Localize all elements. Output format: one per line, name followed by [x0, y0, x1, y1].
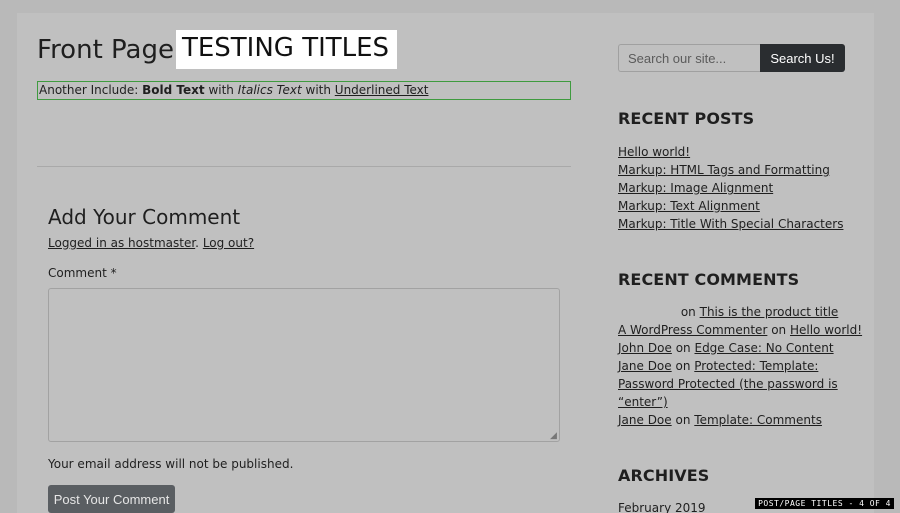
list-item: Hello world! [618, 143, 848, 161]
logged-in-line: Logged in as hostmaster. Log out? [48, 236, 254, 250]
list-item: Markup: Image Alignment [618, 179, 848, 197]
archives-heading: ARCHIVES [618, 466, 710, 485]
list-item: Markup: Text Alignment [618, 197, 848, 215]
comment-form-heading: Add Your Comment [48, 205, 241, 229]
archive-link[interactable]: February 2019 [618, 501, 706, 513]
list-item: Jane Doe on Template: Comments [618, 411, 848, 429]
comment-on: on [675, 413, 691, 427]
search-input[interactable] [618, 44, 761, 72]
recent-posts-list: Hello world! Markup: HTML Tags and Forma… [618, 143, 848, 233]
search-button[interactable]: Search Us! [760, 44, 845, 72]
list-item: Markup: HTML Tags and Formatting [618, 161, 848, 179]
list-item: John Doe on Edge Case: No Content [618, 339, 848, 357]
comment-on: on [675, 341, 691, 355]
textarea-resize-handle-icon[interactable]: ◢ [550, 432, 559, 441]
post-comment-button[interactable]: Post Your Comment [48, 485, 175, 513]
comment-on: on [771, 323, 787, 337]
include-italic-text: Italics Text [237, 83, 302, 97]
include-sep-1: with [204, 83, 238, 97]
include-sep-2: with [301, 83, 335, 97]
list-item: Markup: Title With Special Characters [618, 215, 848, 233]
include-underlined-text: Underlined Text [334, 83, 429, 97]
comment-on: on [680, 305, 696, 319]
page-title-plain: Front Page [37, 34, 174, 65]
slide-caption: POST/PAGE TITLES - 4 OF 4 [755, 498, 894, 509]
comment-author-link[interactable]: A WordPress Commenter [618, 323, 767, 337]
comment-post-link[interactable]: This is the product title [700, 305, 839, 319]
comment-label: Comment * [48, 266, 117, 280]
include-prefix: Another Include: [39, 83, 143, 97]
email-privacy-notice: Your email address will not be published… [48, 457, 294, 471]
recent-post-link[interactable]: Hello world! [618, 145, 690, 159]
logged-in-link[interactable]: Logged in as hostmaster [48, 236, 195, 250]
comment-textarea[interactable] [48, 288, 560, 442]
include-text-box: Another Include: Bold Text with Italics … [37, 81, 571, 100]
recent-post-link[interactable]: Markup: HTML Tags and Formatting [618, 163, 830, 177]
page-title-highlight: TESTING TITLES [175, 30, 398, 69]
recent-comments-heading: RECENT COMMENTS [618, 270, 800, 289]
logout-link[interactable]: Log out? [203, 236, 254, 250]
comment-author-link[interactable]: Jane Doe [618, 413, 672, 427]
include-bold-text: Bold Text [142, 83, 205, 97]
list-item: A WordPress Commenter on Hello world! [618, 321, 862, 339]
logged-in-separator: . [195, 236, 203, 250]
recent-comments-list: on This is the product title A WordPress… [618, 303, 862, 429]
page-title: Front Page TESTING TITLES [37, 30, 398, 69]
recent-post-link[interactable]: Markup: Text Alignment [618, 199, 760, 213]
comment-post-link[interactable]: Template: Comments [694, 413, 822, 427]
comment-author-link[interactable]: John Doe [618, 341, 672, 355]
list-item: Jane Doe on Protected: Template: Passwor… [618, 357, 848, 411]
content-divider [37, 166, 571, 167]
comment-post-link[interactable]: Hello world! [790, 323, 862, 337]
comment-on: on [675, 359, 691, 373]
comment-author-link[interactable]: Jane Doe [618, 359, 672, 373]
recent-post-link[interactable]: Markup: Image Alignment [618, 181, 773, 195]
comment-post-link[interactable]: Edge Case: No Content [694, 341, 833, 355]
recent-post-link[interactable]: Markup: Title With Special Characters [618, 217, 843, 231]
list-item: on This is the product title [618, 303, 848, 321]
recent-posts-heading: RECENT POSTS [618, 109, 755, 128]
